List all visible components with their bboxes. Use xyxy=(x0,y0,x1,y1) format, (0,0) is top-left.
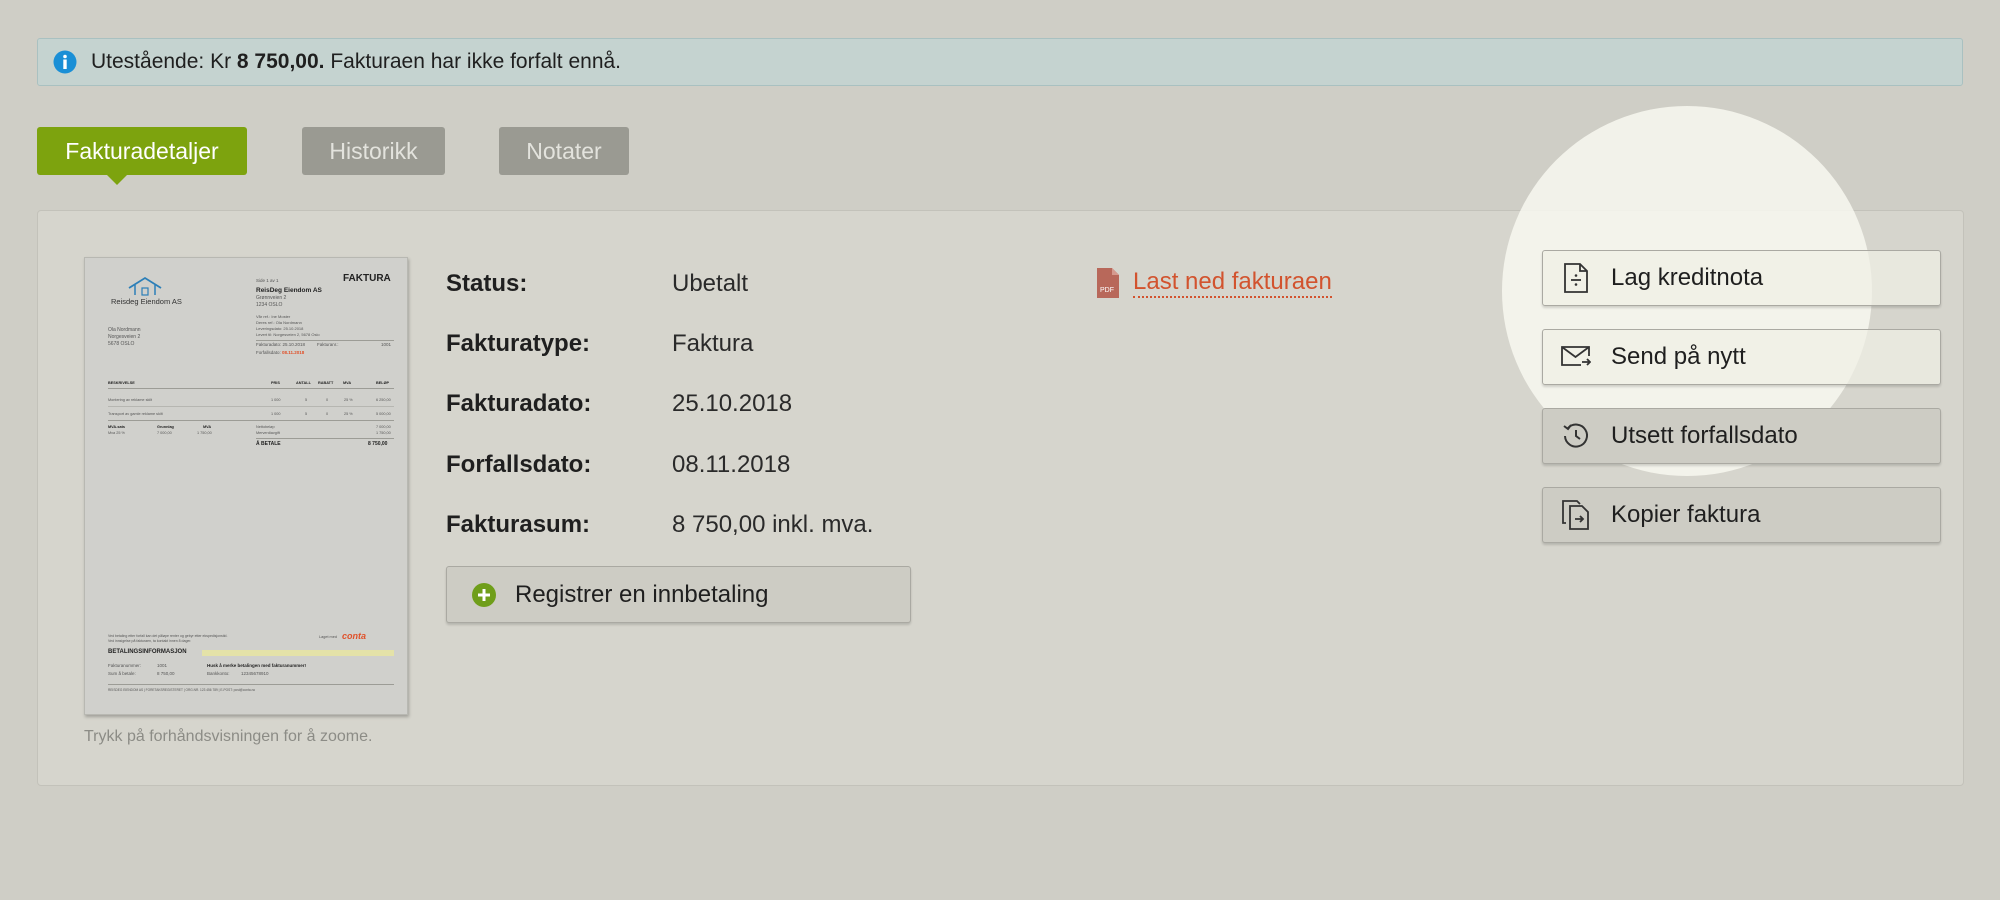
invoice-type-label: Fakturatype: xyxy=(446,330,591,357)
credit-note-icon xyxy=(1561,263,1591,293)
preview-logo-text: Reisdeg Eiendom AS xyxy=(111,297,182,306)
alert-text: Utestående: Kr 8 750,00. Fakturaen har i… xyxy=(91,50,622,73)
preview-made-with: Laget med xyxy=(319,635,337,639)
preview-sender-address: Grønnveien 2 xyxy=(256,295,287,301)
preview-sender: ReisDeg Eiendom AS xyxy=(256,287,322,294)
due-date-label: Forfallsdato: xyxy=(446,451,592,478)
invoice-date-value: 25.10.2018 xyxy=(672,390,793,417)
download-invoice-link[interactable]: PDF Last ned fakturaen xyxy=(1097,268,1332,298)
register-payment-button[interactable]: Registrer en innbetaling xyxy=(446,566,911,623)
copy-document-icon xyxy=(1561,500,1591,530)
preview-footer-note: Ved betaling etter forfall kan det påløp… xyxy=(108,634,228,638)
company-logo xyxy=(128,276,162,296)
preview-page: Side 1 av 1 xyxy=(256,278,279,283)
invoice-sum-label: Fakturasum: xyxy=(446,511,591,538)
resend-button[interactable]: Send på nytt xyxy=(1542,329,1941,385)
info-icon xyxy=(53,50,77,74)
preview-recipient: Ola Nordmann xyxy=(108,327,141,333)
create-credit-note-label: Lag kreditnota xyxy=(1611,264,1764,291)
postpone-due-date-label: Utsett forfallsdato xyxy=(1611,422,1798,449)
tab-fakturadetaljer[interactable]: Fakturadetaljer xyxy=(37,127,247,185)
preview-recipient-city: 5678 OSLO xyxy=(108,341,135,347)
preview-col: BESKRIVELSE xyxy=(108,381,135,385)
preview-total-label: Å BETALE xyxy=(256,441,281,447)
svg-text:PDF: PDF xyxy=(1100,287,1114,294)
preview-col: RABATT xyxy=(318,381,334,385)
preview-col: PRIS xyxy=(271,381,280,385)
preview-col: ANTALL xyxy=(296,381,311,385)
preview-ref: Vår ref.: Ine Moster xyxy=(256,314,291,319)
preview-col: MVA xyxy=(343,381,352,385)
create-credit-note-button[interactable]: Lag kreditnota xyxy=(1542,250,1941,306)
due-date-value: 08.11.2018 xyxy=(672,451,791,478)
invoice-preview[interactable]: Reisdeg Eiendom AS FAKTURA Side 1 av 1 R… xyxy=(84,257,408,715)
preview-caption: Trykk på forhåndsvisningen for å zoome. xyxy=(84,728,373,745)
preview-col: BELØP xyxy=(376,381,390,385)
copy-invoice-label: Kopier faktura xyxy=(1611,501,1761,528)
mail-send-icon xyxy=(1561,342,1591,372)
postpone-icon xyxy=(1561,421,1591,451)
preview-invno: 1001 xyxy=(381,342,392,347)
preview-line: Montering av reklame skilt xyxy=(108,398,153,402)
pdf-file-icon: PDF xyxy=(1097,268,1119,298)
preview-footer-note: Ved innsigelse på fakturaen, ta kontakt … xyxy=(108,639,192,643)
postpone-due-date-button[interactable]: Utsett forfallsdato xyxy=(1542,408,1941,464)
preview-payment-heading: BETALINGSINFORMASJON xyxy=(108,649,187,655)
preview-total: 8 750,00 xyxy=(368,441,388,447)
tab-notater[interactable]: Notater xyxy=(499,127,629,175)
status-label: Status: xyxy=(446,270,528,297)
outstanding-amount: 8 750,00. xyxy=(236,50,325,73)
resend-label: Send på nytt xyxy=(1611,343,1746,370)
preview-footer-company: REISDEG EIENDOM AS | FORETAKSREGISTERET … xyxy=(108,688,256,692)
status-value: Ubetalt xyxy=(672,270,749,297)
download-invoice-label: Last ned fakturaen xyxy=(1133,268,1332,298)
register-payment-label: Registrer en innbetaling xyxy=(515,580,769,608)
preview-ref: Deres ref.: Ola Nordmann xyxy=(256,320,302,325)
preview-pay-note: Husk å merke betalingen med fakturanumme… xyxy=(207,663,307,668)
invoice-sum-value: 8 750,00 inkl. mva. xyxy=(672,511,874,538)
copy-invoice-button[interactable]: Kopier faktura xyxy=(1542,487,1941,543)
preview-ref: Levert til: Norgesveien 2, 5678 Oslo xyxy=(256,332,320,337)
preview-ref: Leveringsdato: 25.10.2018 xyxy=(256,326,304,331)
tab-historikk[interactable]: Historikk xyxy=(302,127,445,175)
plus-circle-icon xyxy=(469,580,499,610)
outstanding-alert: Utestående: Kr 8 750,00. Fakturaen har i… xyxy=(37,38,1963,86)
invoice-date-label: Fakturadato: xyxy=(446,390,592,417)
preview-invno-label: Fakturanr.: xyxy=(317,342,339,347)
preview-brand-logo: conta xyxy=(342,631,367,641)
preview-line: Transport av gamle reklame skilt xyxy=(108,412,163,416)
preview-sender-city: 1234 OSLO xyxy=(256,302,283,308)
preview-recipient-address: Norgesveien 2 xyxy=(108,334,141,340)
invoice-type-value: Faktura xyxy=(672,330,754,357)
preview-title: FAKTURA xyxy=(343,273,391,284)
